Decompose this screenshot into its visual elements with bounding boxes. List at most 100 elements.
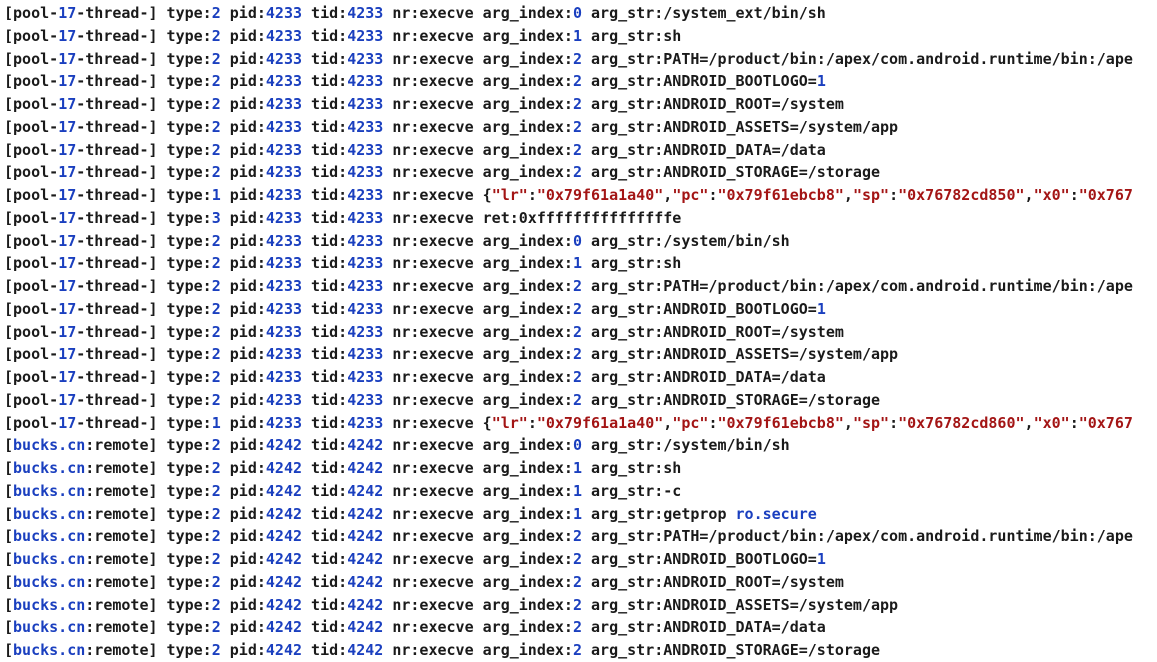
- log-number: 4233: [347, 186, 384, 204]
- log-line: [bucks.cn:remote] type:2 pid:4242 tid:42…: [4, 503, 1157, 526]
- log-number: 1: [572, 481, 582, 500]
- log-text: -thread-] type:: [76, 26, 212, 45]
- log-output: [pool-17-thread-] type:2 pid:4233 tid:42…: [4, 2, 1157, 662]
- log-text: :remote] type:: [85, 550, 212, 568]
- log-number: 4242: [347, 527, 384, 546]
- log-line: [pool-17-thread-] type:1 pid:4233 tid:42…: [4, 184, 1157, 207]
- log-text: -thread-] type:: [76, 390, 212, 409]
- log-line: [bucks.cn:remote] type:2 pid:4242 tid:42…: [4, 480, 1157, 503]
- log-text: :remote] type:: [85, 618, 212, 637]
- log-number: 2: [211, 231, 221, 250]
- log-number: 4233: [347, 117, 384, 136]
- log-string: "pc": [672, 413, 709, 432]
- log-text: -thread-] type:: [76, 72, 212, 91]
- log-number: 2: [572, 95, 582, 113]
- log-text: ,: [663, 186, 673, 204]
- log-number: 17: [58, 140, 77, 159]
- log-line: [pool-17-thread-] type:1 pid:4233 tid:42…: [4, 412, 1157, 435]
- log-text: -thread-] type:: [76, 95, 212, 113]
- log-text: nr:execve arg_index:: [383, 72, 573, 91]
- log-number: 4233: [265, 72, 303, 91]
- log-number: 4242: [347, 504, 384, 523]
- log-text: [pool-: [4, 277, 59, 295]
- log-number: 2: [211, 72, 221, 91]
- log-text: nr:execve arg_index:: [383, 436, 573, 455]
- log-text: [pool-: [4, 368, 59, 386]
- log-text: [pool-: [4, 186, 59, 204]
- log-number: 2: [211, 26, 221, 45]
- log-line: [pool-17-thread-] type:2 pid:4233 tid:42…: [4, 70, 1157, 93]
- log-number: 1: [211, 186, 221, 204]
- log-text: tid:: [302, 322, 348, 341]
- log-number: 2: [211, 4, 221, 22]
- log-text: tid:: [302, 436, 348, 455]
- log-text: [: [4, 481, 14, 500]
- log-text: -thread-] type:: [76, 208, 212, 227]
- log-text: tid:: [302, 208, 348, 227]
- log-text: [: [4, 550, 14, 568]
- log-text: nr:execve arg_index:: [383, 231, 573, 250]
- log-text: -thread-] type:: [76, 322, 212, 341]
- log-number: 2: [211, 641, 221, 659]
- log-line: [bucks.cn:remote] type:2 pid:4242 tid:42…: [4, 434, 1157, 457]
- log-text: tid:: [302, 345, 348, 364]
- log-number: 17: [58, 231, 77, 250]
- log-number: 4242: [265, 618, 303, 637]
- log-line: [pool-17-thread-] type:2 pid:4233 tid:42…: [4, 93, 1157, 116]
- log-number: 4233: [347, 140, 384, 159]
- log-number: 4233: [347, 208, 384, 227]
- log-number: ro.secure: [735, 504, 817, 523]
- log-line: [pool-17-thread-] type:2 pid:4233 tid:42…: [4, 389, 1157, 412]
- log-number: bucks.cn: [13, 459, 86, 477]
- log-number: 4242: [265, 641, 303, 659]
- log-text: :: [527, 186, 537, 204]
- log-number: 17: [58, 322, 77, 341]
- log-text: arg_str:ANDROID_ASSETS=/system/app: [582, 117, 899, 136]
- log-line: [pool-17-thread-] type:2 pid:4233 tid:42…: [4, 252, 1157, 275]
- log-string: "sp": [852, 413, 890, 432]
- log-text: tid:: [302, 618, 348, 637]
- log-string: "sp": [852, 186, 890, 204]
- log-text: tid:: [302, 641, 348, 659]
- log-text: nr:execve arg_index:: [383, 550, 573, 568]
- log-number: 2: [211, 117, 221, 136]
- log-text: [pool-: [4, 231, 59, 250]
- log-number: 2: [572, 345, 582, 364]
- log-number: 2: [572, 618, 582, 637]
- log-text: pid:: [220, 481, 266, 500]
- log-line: [bucks.cn:remote] type:2 pid:4242 tid:42…: [4, 457, 1157, 480]
- log-text: pid:: [220, 117, 266, 136]
- log-number: 4242: [265, 459, 303, 477]
- log-number: 2: [572, 595, 582, 614]
- log-text: tid:: [302, 254, 348, 273]
- log-number: 4233: [265, 322, 303, 341]
- log-text: tid:: [302, 117, 348, 136]
- log-text: tid:: [302, 504, 348, 523]
- log-text: pid:: [220, 208, 266, 227]
- log-line: [bucks.cn:remote] type:2 pid:4242 tid:42…: [4, 594, 1157, 617]
- log-text: pid:: [220, 49, 266, 68]
- log-number: 2: [211, 322, 221, 341]
- log-text: arg_str:PATH=/product/bin:/apex/com.andr…: [582, 49, 1133, 68]
- log-text: pid:: [220, 641, 266, 659]
- log-text: nr:execve arg_index:: [383, 140, 573, 159]
- log-number: 0: [572, 231, 582, 250]
- log-text: pid:: [220, 550, 266, 568]
- log-text: tid:: [302, 572, 348, 591]
- log-number: 2: [211, 95, 221, 113]
- log-line: [bucks.cn:remote] type:2 pid:4242 tid:42…: [4, 616, 1157, 639]
- log-number: 17: [58, 368, 77, 386]
- log-text: arg_str:PATH=/product/bin:/apex/com.andr…: [582, 527, 1133, 546]
- log-text: tid:: [302, 186, 348, 204]
- log-text: [: [4, 527, 14, 546]
- log-line: [pool-17-thread-] type:2 pid:4233 tid:42…: [4, 366, 1157, 389]
- log-text: pid:: [220, 436, 266, 455]
- log-number: 2: [572, 368, 582, 386]
- log-text: nr:execve arg_index:: [383, 117, 573, 136]
- log-number: 4233: [265, 140, 303, 159]
- log-text: [pool-: [4, 345, 59, 364]
- log-string: "lr": [491, 413, 528, 432]
- log-number: 4233: [347, 368, 384, 386]
- log-text: nr:execve arg_index:: [383, 49, 573, 68]
- log-text: pid:: [220, 95, 266, 113]
